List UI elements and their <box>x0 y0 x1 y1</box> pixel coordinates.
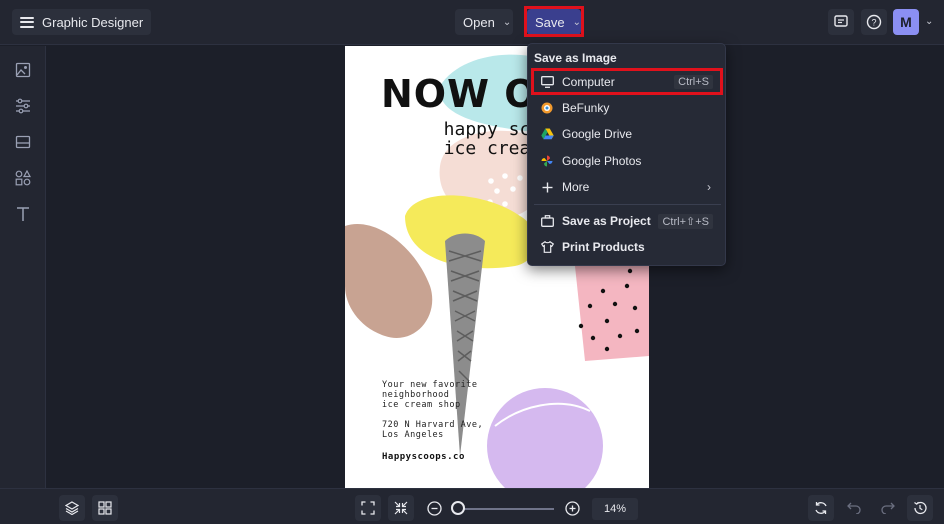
comment-icon <box>834 15 848 27</box>
redo-button[interactable] <box>874 495 900 521</box>
menu-heading: Save as Image <box>534 51 617 65</box>
zoom-value[interactable]: 14% <box>592 498 638 520</box>
shrink-icon <box>394 501 408 515</box>
grid-view-button[interactable] <box>92 495 118 521</box>
save-as-project-item[interactable]: Save as Project Ctrl+⇧+S <box>534 208 721 234</box>
save-to-google-photos-item[interactable]: Google Photos <box>534 148 721 174</box>
save-button-highlight <box>524 6 584 37</box>
text-button[interactable] <box>13 204 33 224</box>
help-button[interactable]: ? <box>861 9 887 35</box>
redo-icon <box>880 502 895 514</box>
menu-item-label: More <box>562 180 590 194</box>
fit-screen-icon <box>361 501 375 515</box>
refresh-icon <box>815 502 827 514</box>
actual-size-button[interactable] <box>388 495 414 521</box>
main-menu-button[interactable]: Graphic Designer <box>12 9 152 35</box>
chevron-down-icon[interactable]: ⌄ <box>925 16 933 27</box>
layers-icon <box>65 501 79 515</box>
zoom-out-button[interactable] <box>421 495 447 521</box>
fit-to-screen-button[interactable] <box>355 495 381 521</box>
undo-button[interactable] <box>841 495 867 521</box>
history-button[interactable] <box>907 495 933 521</box>
bottom-bar: 14% <box>0 488 944 524</box>
comments-button[interactable] <box>828 9 854 35</box>
image-manager-button[interactable] <box>13 60 33 80</box>
plus-icon <box>540 180 554 194</box>
help-icon: ? <box>866 14 882 30</box>
undo-icon <box>846 502 861 514</box>
menu-item-label: Save as Project <box>562 214 651 228</box>
menu-item-label: Google Drive <box>562 127 633 141</box>
zoom-slider-track[interactable] <box>460 508 554 510</box>
minus-circle-icon <box>426 500 442 516</box>
layout-icon <box>15 135 31 149</box>
print-products-item[interactable]: Print Products <box>534 234 721 260</box>
menu-item-label: Print Products <box>562 240 645 254</box>
history-icon <box>914 501 927 515</box>
chevron-right-icon: › <box>707 180 711 194</box>
poster-website: Happyscoops.co <box>382 452 465 462</box>
google-drive-icon <box>540 127 554 141</box>
open-label: Open <box>463 14 495 30</box>
layers-button[interactable] <box>59 495 85 521</box>
menu-item-label: BeFunky <box>562 101 610 115</box>
open-button[interactable]: Open ⌄ <box>455 9 513 35</box>
text-icon <box>17 207 29 221</box>
poster-headline: NOW O <box>381 72 538 116</box>
befunky-logo-icon <box>540 101 554 115</box>
graphics-button[interactable] <box>13 168 33 188</box>
zoom-slider-handle[interactable] <box>451 501 465 515</box>
computer-item-highlight <box>531 68 723 95</box>
shortcut-label: Ctrl+⇧+S <box>658 213 713 229</box>
svg-text:?: ? <box>871 18 876 28</box>
briefcase-icon <box>540 214 554 228</box>
top-bar: Graphic Designer Open ⌄ Save ⌄ ? M ⌄ <box>0 0 944 45</box>
hamburger-icon <box>20 16 34 28</box>
more-options-item[interactable]: More › <box>534 174 721 200</box>
edit-tools-button[interactable] <box>13 96 33 116</box>
layouts-button[interactable] <box>13 132 33 152</box>
save-to-befunky-item[interactable]: BeFunky <box>534 95 721 121</box>
image-icon <box>15 62 31 78</box>
shapes-icon <box>15 170 31 186</box>
refresh-button[interactable] <box>808 495 834 521</box>
menu-item-label: Google Photos <box>562 154 642 168</box>
save-to-google-drive-item[interactable]: Google Drive <box>534 121 721 147</box>
poster-body-text: Your new favorite neighborhood ice cream… <box>382 380 484 440</box>
plus-circle-icon <box>564 500 580 516</box>
grid-icon <box>98 501 112 515</box>
google-photos-icon <box>540 154 554 168</box>
zoom-in-button[interactable] <box>559 495 585 521</box>
app-title: Graphic Designer <box>42 14 144 30</box>
left-sidebar <box>0 46 46 488</box>
sliders-icon <box>16 98 30 114</box>
menu-divider <box>534 204 721 205</box>
chevron-down-icon: ⌄ <box>502 16 512 28</box>
avatar[interactable]: M <box>893 9 919 35</box>
tshirt-icon <box>540 240 554 254</box>
